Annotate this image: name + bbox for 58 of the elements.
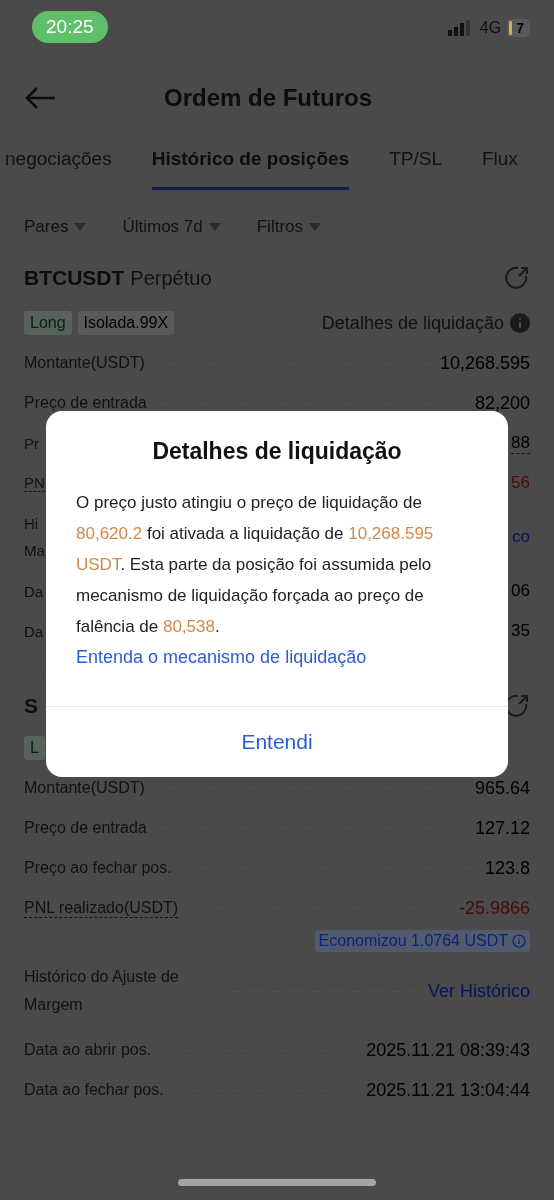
row-label: Histórico do Ajuste de Margem [24,967,180,1015]
row-value: 123.8 [484,857,530,879]
filter-dropdown[interactable]: Últimos 7d [122,217,221,237]
info-icon[interactable] [512,934,526,948]
row-label: Da [24,582,44,600]
tab[interactable]: negociações [5,140,112,190]
caret-icon [309,223,321,231]
row-label: Pr [24,434,39,452]
row-label: Montante(USDT) [24,354,145,372]
row-label: Data ao fechar pos. [24,1081,164,1099]
row-label: Preço ao fechar pos. [24,859,172,877]
back-icon[interactable] [24,85,56,110]
row-label: Preço de entrada [24,394,147,412]
row-value: 82,200 [474,392,530,414]
tag: L [24,736,45,760]
row-label: PNL realizado(USDT) [24,898,179,918]
row-label: Ma [24,542,45,559]
ok-button[interactable]: Entendi [46,707,508,777]
savings-badge: Economizou 1.0764 USDT [314,930,530,952]
contract-type: Perpétuo [130,266,212,290]
filter-dropdown[interactable]: Pares [24,217,87,237]
filter-dropdown[interactable]: Filtros [256,217,321,237]
dialog-message: O preço justo atingiu o preço de liquidação de 80,620.2 foi ativada a liquidação de 10,268.595 USDT. Esta parte da posição foi assumida pelo mecanismo de liquidação forçada ao preço de falência de 80,538. Entenda o mecanismo de liquidação [76,487,478,673]
row-label: PN [24,474,45,492]
caret-icon [74,223,87,231]
row-value: 127.12 [474,817,530,839]
row-label: Hi [24,515,40,532]
row-value: 10,268.595 [439,352,530,374]
row-label: Preço de entrada [24,819,147,837]
row-value: 06 [511,581,530,601]
dialog-title: Detalhes de liquidação [151,438,403,465]
liquidation-details-link[interactable]: Detalhes de liquidação [321,312,504,334]
info-icon[interactable] [510,313,530,333]
row-value: 2025.11.21 13:04:44 [366,1079,530,1101]
symbol-title: BTCUSDT [24,266,125,290]
tab[interactable]: Flux [481,140,518,190]
symbol-title: S [24,694,38,718]
row-value: 35 [511,621,530,641]
tab[interactable]: Histórico de posições [151,140,350,190]
battery-icon: 7 [507,18,530,37]
row-value: 56 [511,473,530,493]
tag: Isolada.99X [77,311,175,335]
row-value: co [512,527,530,547]
row-value: -25.9866 [458,897,530,919]
caret-icon [208,223,221,231]
mechanism-link[interactable]: Entenda o mecanismo de liquidação [76,642,478,673]
row-value: 88 [511,432,530,454]
row-label: Montante(USDT) [24,779,145,797]
status-time: 20:25 [32,10,108,43]
row-value: 965.64 [474,777,530,799]
history-link[interactable]: Ver Histórico [427,980,530,1002]
page-title: Ordem de Futuros [164,83,373,112]
tab[interactable]: TP/SL [389,140,442,190]
row-label: Da [24,622,44,640]
tag: Long [24,311,72,335]
row-label: Data ao abrir pos. [24,1041,152,1059]
network-label: 4G [479,18,502,37]
row-value: 2025.11.21 08:39:43 [366,1039,530,1061]
